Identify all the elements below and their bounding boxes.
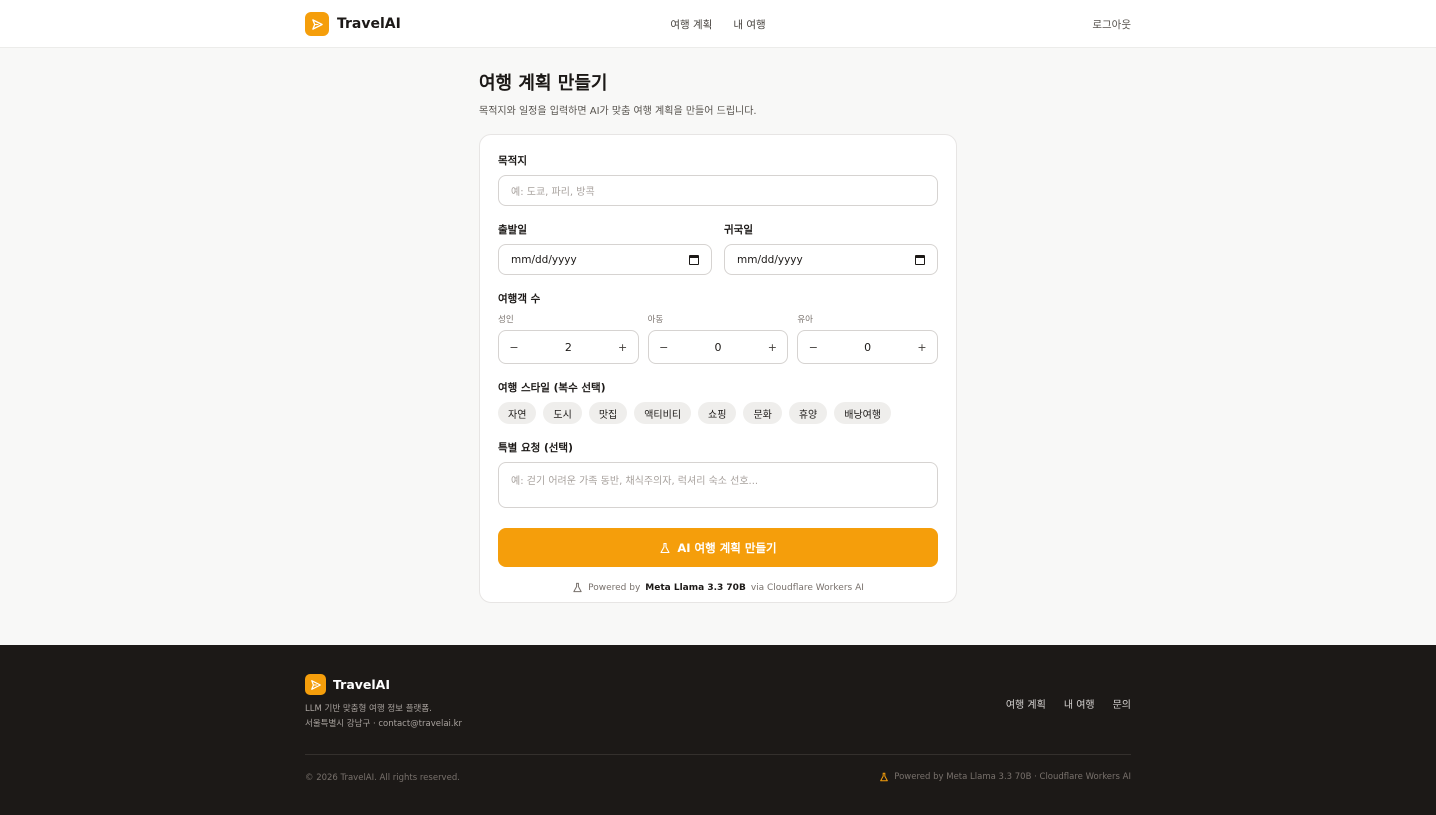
footer-desc-line2: 서울특별시 강남구 · contact@travelai.kr (305, 719, 463, 729)
child-label: 아동 (647, 315, 664, 325)
return-date-placeholder: mm/dd/yyyy (737, 253, 803, 266)
adult-stepper: − 2 + (498, 330, 639, 364)
infant-label: 유아 (797, 315, 813, 325)
footer-desc-line1: LLM 기반 맞춤형 여행 정보 플랫폼. (305, 704, 432, 714)
child-plus-button[interactable]: + (766, 341, 778, 354)
footer-link-plan[interactable]: 여행 계획 (1006, 696, 1046, 711)
request-label: 특별 요청 (선택) (498, 442, 573, 454)
footer-copyright: © 2026 TravelAI. All rights reserved. (305, 773, 460, 783)
style-chip-culture[interactable]: 문화 (743, 402, 782, 424)
style-chip-food[interactable]: 맛집 (588, 402, 628, 424)
style-chip-shopping[interactable]: 쇼핑 (698, 402, 737, 424)
main-content: 여행 계획 만들기 목적지와 일정을 입력하면 AI가 맞춤 여행 계획을 만들… (0, 48, 1436, 645)
depart-date-placeholder: mm/dd/yyyy (511, 253, 577, 266)
style-label: 여행 스타일 (복수 선택) (498, 382, 606, 394)
footer-divider (305, 754, 1131, 755)
destination-label: 목적지 (498, 155, 527, 167)
generate-plan-button[interactable]: AI 여행 계획 만들기 (498, 528, 938, 567)
paper-plane-icon (305, 674, 326, 695)
main-nav: 여행 계획 내 여행 (670, 17, 765, 32)
style-chip-city[interactable]: 도시 (543, 402, 582, 424)
powered-suffix: via Cloudflare Workers AI (750, 582, 864, 593)
generate-plan-label: AI 여행 계획 만들기 (677, 540, 777, 555)
powered-prefix: Powered by (588, 582, 641, 593)
style-chip-backpacking[interactable]: 배낭여행 (834, 402, 892, 424)
flask-icon (573, 582, 582, 593)
adult-plus-button[interactable]: + (617, 341, 629, 354)
flask-icon (880, 772, 889, 782)
return-date-label: 귀국일 (724, 224, 753, 236)
top-header: TravelAI 여행 계획 내 여행 로그아웃 (0, 0, 1436, 48)
site-footer: TravelAI LLM 기반 맞춤형 여행 정보 플랫폼. 서울특별시 강남구… (0, 645, 1436, 815)
infant-minus-button[interactable]: − (807, 341, 819, 354)
infant-plus-button[interactable]: + (916, 341, 928, 354)
depart-date-input[interactable]: mm/dd/yyyy (498, 244, 712, 275)
style-chips: 자연 도시 맛집 액티비티 쇼핑 문화 휴양 배낭여행 (498, 402, 938, 424)
footer-brand[interactable]: TravelAI (305, 674, 390, 695)
depart-date-label: 출발일 (498, 224, 527, 236)
footer-links: 여행 계획 내 여행 문의 (1006, 696, 1131, 711)
footer-powered-by: Powered by Meta Llama 3.3 70B · Cloudfla… (879, 772, 1131, 782)
style-chip-activity[interactable]: 액티비티 (634, 402, 692, 424)
request-textarea[interactable]: 예: 걷기 어려운 가족 동반, 채식주의자, 럭셔리 숙소 선호... (498, 462, 938, 508)
adult-count: 2 (564, 340, 572, 354)
travelers-label: 여행객 수 (498, 293, 541, 305)
logout-link[interactable]: 로그아웃 (1092, 17, 1131, 32)
page-title: 여행 계획 만들기 (479, 73, 608, 94)
calendar-icon[interactable] (689, 254, 699, 265)
child-minus-button[interactable]: − (658, 341, 670, 354)
nav-my-trips[interactable]: 내 여행 (733, 17, 765, 32)
paper-plane-icon (305, 12, 329, 36)
child-count: 0 (714, 340, 722, 354)
footer-description: LLM 기반 맞춤형 여행 정보 플랫폼. 서울특별시 강남구 · contac… (305, 702, 462, 732)
style-chip-relax[interactable]: 휴양 (788, 402, 828, 424)
footer-powered-text: Powered by Meta Llama 3.3 70B · Cloudfla… (894, 772, 1131, 782)
flask-icon (660, 542, 670, 553)
infant-count: 0 (864, 340, 872, 354)
destination-input[interactable]: 예: 도쿄, 파리, 방콕 (498, 175, 938, 206)
adult-minus-button[interactable]: − (508, 341, 520, 354)
powered-by: Powered by Meta Llama 3.3 70B via Cloudf… (498, 582, 938, 593)
child-stepper: − 0 + (647, 330, 789, 364)
footer-link-my-trips[interactable]: 내 여행 (1064, 696, 1095, 711)
calendar-icon[interactable] (915, 254, 925, 265)
trip-form-card: 목적지 예: 도쿄, 파리, 방콕 출발일 mm/dd/yyyy 귀국일 mm/… (479, 134, 957, 603)
nav-plan-trip[interactable]: 여행 계획 (670, 17, 712, 32)
footer-brand-name: TravelAI (333, 677, 390, 692)
page-subtitle: 목적지와 일정을 입력하면 AI가 맞춤 여행 계획을 만들어 드립니다. (479, 106, 757, 117)
powered-model: Meta Llama 3.3 70B (645, 582, 746, 593)
brand-logo[interactable]: TravelAI (305, 12, 401, 36)
adult-label: 성인 (498, 315, 514, 325)
infant-stepper: − 0 + (797, 330, 939, 364)
footer-link-contact[interactable]: 문의 (1113, 696, 1131, 711)
style-chip-nature[interactable]: 자연 (498, 402, 537, 424)
brand-name: TravelAI (337, 16, 401, 32)
return-date-input[interactable]: mm/dd/yyyy (724, 244, 938, 275)
